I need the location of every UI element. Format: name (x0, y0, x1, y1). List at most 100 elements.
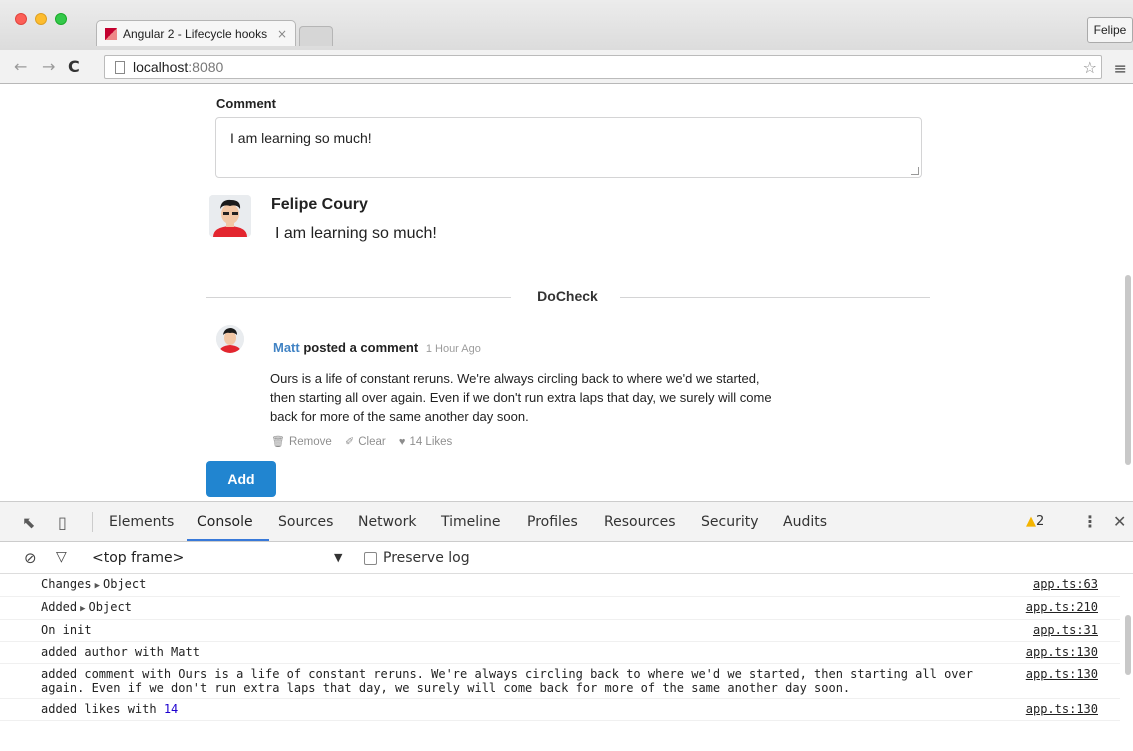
list-item: added likes with 14 app.ts:130 (0, 699, 1120, 721)
avatar (216, 325, 244, 353)
forward-arrow-icon[interactable]: → (42, 57, 55, 76)
list-item: added comment with Ours is a life of con… (0, 664, 1120, 699)
log-source-link[interactable]: app.ts:63 (1033, 577, 1098, 591)
toolbar-divider (92, 512, 93, 532)
eraser-icon: ✐ (345, 436, 355, 448)
browser-titlebar: Angular 2 - Lifecycle hooks × Felipe (0, 0, 1133, 50)
preserve-log-label: Preserve log (383, 550, 470, 566)
minimize-window-button[interactable] (35, 13, 47, 25)
log-message: Changes (41, 577, 92, 591)
list-item: Added ▶ Object app.ts:210 (0, 597, 1120, 620)
comment-label: Comment (216, 96, 276, 111)
tab-profiles[interactable]: Profiles (527, 514, 578, 530)
warnings-counter[interactable]: ▲2 (1026, 514, 1044, 529)
reload-icon[interactable]: C (68, 57, 80, 76)
tab-title: Angular 2 - Lifecycle hooks (123, 26, 268, 41)
tab-security[interactable]: Security (701, 514, 759, 530)
browser-menu-icon[interactable]: ≡ (1114, 59, 1127, 78)
console-log: Changes ▶ Object app.ts:63 Added ▶ Object ap… (0, 574, 1120, 721)
preview-author-name: Felipe Coury (271, 196, 368, 213)
remove-label: Remove (288, 436, 332, 448)
active-tab-indicator (187, 539, 269, 541)
resize-grip-icon[interactable] (911, 167, 919, 175)
preview-comment-text: I am learning so much! (275, 225, 437, 242)
expand-triangle-icon[interactable]: ▶ (95, 581, 100, 591)
tab-timeline[interactable]: Timeline (441, 514, 501, 530)
clear-action[interactable]: ✐ Clear (345, 436, 386, 448)
log-message: added likes with (41, 702, 157, 716)
section-divider-label: DoCheck (537, 288, 598, 304)
heart-icon: ♥ (398, 436, 406, 448)
console-scrollbar-thumb[interactable] (1125, 615, 1131, 675)
tab-sources[interactable]: Sources (278, 514, 333, 530)
devtools-tabbar: ⬉ ▯ Elements Console Sources Network Tim… (0, 502, 1133, 542)
tab-elements[interactable]: Elements (109, 514, 174, 530)
angular-favicon-icon (105, 27, 117, 40)
warning-icon: ▲ (1026, 514, 1036, 529)
list-item: added author with Matt app.ts:130 (0, 642, 1120, 664)
log-source-link[interactable]: app.ts:130 (1026, 702, 1098, 716)
add-button[interactable]: Add (206, 461, 276, 497)
clear-label: Clear (358, 436, 386, 448)
filter-icon[interactable]: ▽ (56, 549, 67, 565)
url-host: localhost (133, 59, 189, 75)
log-source-link[interactable]: app.ts:31 (1033, 623, 1098, 637)
maximize-window-button[interactable] (55, 13, 67, 25)
tab-console[interactable]: Console (197, 514, 253, 530)
likes-label: 14 Likes (409, 436, 453, 448)
log-object[interactable]: Object (103, 577, 146, 591)
page-scrollbar-thumb[interactable] (1125, 275, 1131, 465)
comment-text: Ours is a life of constant reruns. We're… (270, 371, 772, 424)
browser-toolbar: ← → C localhost:8080 ☆ ≡ (0, 50, 1133, 84)
back-arrow-icon[interactable]: ← (14, 57, 27, 76)
tab-network[interactable]: Network (358, 514, 416, 530)
list-item: On init app.ts:31 (0, 620, 1120, 642)
log-source-link[interactable]: app.ts:210 (1026, 600, 1098, 614)
tab-audits[interactable]: Audits (783, 514, 827, 530)
preserve-log-checkbox[interactable] (364, 552, 377, 565)
more-options-icon[interactable]: ⋮ (1082, 512, 1098, 531)
log-message: added author with Matt (41, 645, 200, 659)
comment-date: 1 Hour Ago (425, 343, 481, 355)
log-source-link[interactable]: app.ts:130 (1026, 667, 1098, 681)
page-icon (115, 60, 125, 74)
url-port: :8080 (188, 59, 224, 75)
close-devtools-icon[interactable]: ✕ (1113, 512, 1126, 531)
remove-action[interactable]: 🗑 Remove (271, 436, 332, 448)
devtools-panel: ⬉ ▯ Elements Console Sources Network Tim… (0, 501, 1133, 751)
comment-action: posted a comment (303, 340, 419, 355)
list-item: Changes ▶ Object app.ts:63 (0, 574, 1120, 597)
comment-actions: 🗑 Remove ✐ Clear ♥ 14 Likes (271, 435, 462, 448)
address-bar[interactable]: localhost:8080 ☆ (104, 55, 1102, 79)
bookmark-star-icon[interactable]: ☆ (1083, 58, 1097, 77)
likes-action[interactable]: ♥ 14 Likes (399, 436, 452, 448)
comment-textarea-value: I am learning so much! (230, 130, 372, 146)
clear-console-icon[interactable]: ⊘ (24, 549, 37, 567)
console-filterbar: ⊘ ▽ <top frame> ▼ Preserve log (0, 542, 1133, 574)
log-source-link[interactable]: app.ts:130 (1026, 645, 1098, 659)
log-object[interactable]: Object (89, 600, 132, 614)
frame-selector[interactable]: <top frame> (92, 550, 184, 566)
log-number: 14 (163, 702, 179, 716)
comment-metadata: Matt posted a comment 1 Hour Ago (273, 340, 481, 355)
close-window-button[interactable] (15, 13, 27, 25)
tab-resources[interactable]: Resources (604, 514, 676, 530)
comment-textarea[interactable]: I am learning so much! (215, 117, 922, 178)
tab-close-icon[interactable]: × (277, 27, 287, 41)
url-text: localhost:8080 (133, 59, 223, 75)
dropdown-arrow-icon[interactable]: ▼ (334, 551, 342, 564)
device-mode-icon[interactable]: ▯ (58, 513, 67, 532)
log-message: On init (41, 623, 92, 637)
log-message: Added (41, 600, 78, 614)
profile-button[interactable]: Felipe (1087, 17, 1133, 43)
warnings-count: 2 (1036, 514, 1045, 529)
new-tab-button[interactable] (299, 26, 333, 46)
page-content: Comment I am learning so much! Felipe Co… (0, 85, 1133, 501)
trash-icon: 🗑 (271, 436, 285, 448)
expand-triangle-icon[interactable]: ▶ (80, 604, 85, 614)
avatar (209, 195, 251, 237)
inspect-element-icon[interactable]: ⬉ (22, 513, 35, 532)
browser-tab[interactable]: Angular 2 - Lifecycle hooks × (96, 20, 296, 46)
page-scrollbar[interactable] (1123, 85, 1133, 501)
comment-author-link[interactable]: Matt (273, 340, 300, 355)
